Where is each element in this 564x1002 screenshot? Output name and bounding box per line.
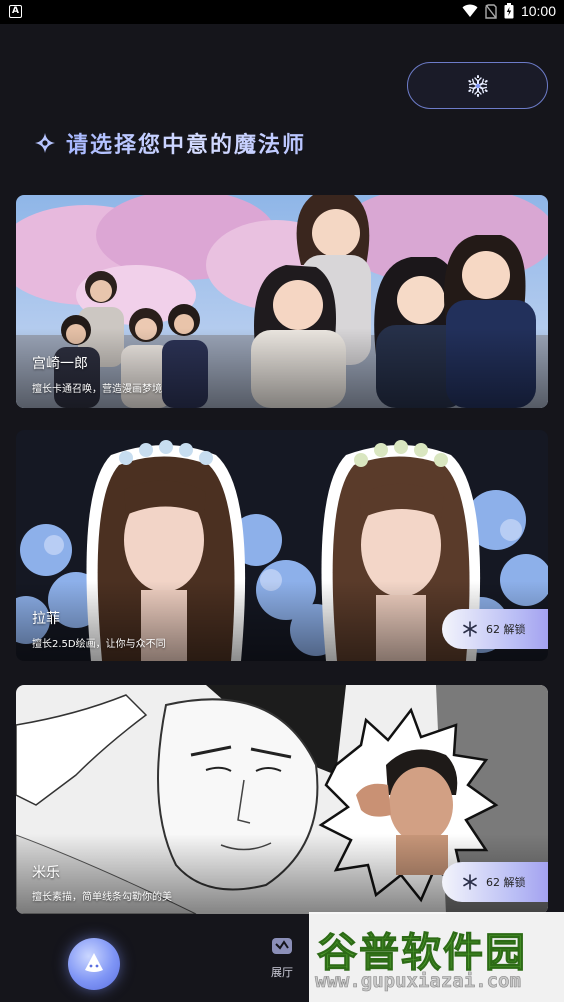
snowflake-icon — [463, 621, 477, 637]
page-title: 请选择您中意的魔法师 — [66, 127, 306, 159]
unlock-label: 62 解锁 — [486, 876, 526, 889]
nav-gallery-tab[interactable]: 展厅 — [262, 936, 302, 980]
status-icons: 10:00 — [462, 3, 556, 19]
battery-icon — [504, 3, 514, 19]
card-description: 擅长2.5D绘画，让你与众不同 — [32, 639, 166, 650]
unlock-button[interactable]: 62 解锁 — [442, 609, 548, 649]
notification-a-icon: A — [9, 5, 22, 18]
energy-button[interactable] — [407, 62, 548, 109]
no-sim-icon — [485, 3, 497, 19]
unlock-label: 62 解锁 — [486, 623, 526, 636]
wifi-icon — [462, 4, 478, 17]
sparkle-icon — [35, 133, 55, 153]
watermark: 谷普软件园 www.gupuxiazai.com — [309, 912, 564, 1002]
card-description: 擅长素描，简单线条勾勒你的美 — [32, 892, 172, 903]
card-description: 擅长卡通召唤，营造漫画梦境 — [32, 384, 162, 395]
magician-card-2-5d[interactable]: 拉菲 擅长2.5D绘画，让你与众不同 62 解锁 — [16, 430, 548, 661]
magician-card-cartoon[interactable]: 宫崎一郎 擅长卡通召唤，营造漫画梦境 — [16, 195, 548, 408]
wizard-hat-icon — [85, 953, 103, 972]
snowflake-icon — [463, 874, 477, 890]
page-title-row: 请选择您中意的魔法师 — [34, 127, 306, 159]
watermark-url: www.gupuxiazai.com — [315, 970, 522, 993]
nav-home-button[interactable] — [68, 938, 120, 990]
card-name: 米乐 — [32, 865, 60, 881]
status-time: 10:00 — [520, 3, 556, 19]
gallery-icon — [272, 938, 292, 954]
nav-gallery-label: 展厅 — [271, 966, 293, 979]
card-name: 拉菲 — [32, 611, 60, 627]
snowflake-icon — [467, 74, 488, 97]
magician-card-sketch[interactable]: 米乐 擅长素描，简单线条勾勒你的美 62 解锁 — [16, 685, 548, 914]
unlock-button[interactable]: 62 解锁 — [442, 862, 548, 902]
status-bar: A 10:00 — [0, 0, 564, 24]
card-name: 宫崎一郎 — [32, 356, 88, 372]
